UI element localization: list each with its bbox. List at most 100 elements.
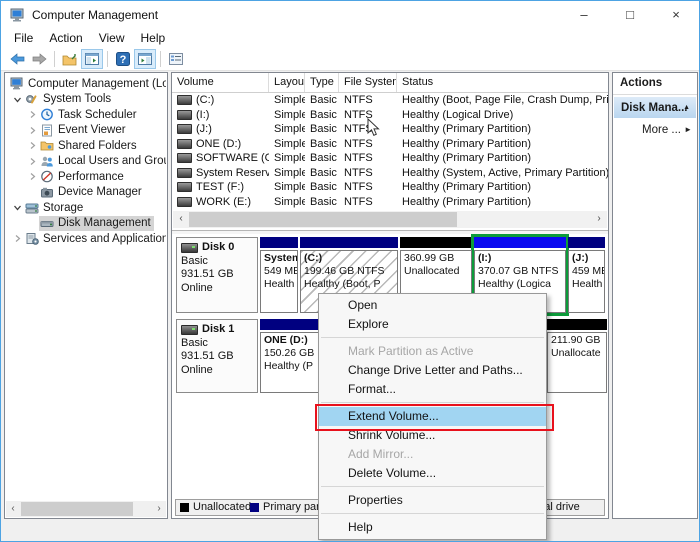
- menu-bar: File Action View Help: [1, 30, 699, 48]
- toolbar-separator: [160, 51, 161, 67]
- volume-status: Healthy (Primary Partition): [397, 181, 608, 193]
- menu-view[interactable]: View: [91, 30, 133, 48]
- chevron-collapsed-icon[interactable]: [26, 141, 39, 150]
- up-level-icon[interactable]: [59, 49, 81, 69]
- scroll-left-arrow[interactable]: ‹: [7, 503, 19, 515]
- partition-system-reserved[interactable]: System549 MBHealth: [260, 237, 298, 313]
- menu-file[interactable]: File: [6, 30, 41, 48]
- tree-item-system-tools[interactable]: System Tools: [7, 92, 166, 108]
- volume-type: Basic: [305, 123, 339, 135]
- volume-layout: Simple: [269, 196, 305, 208]
- drive-icon: [177, 95, 192, 105]
- scrollbar-thumb[interactable]: [21, 502, 133, 516]
- menu-help[interactable]: Help: [133, 30, 174, 48]
- actions-panel: Actions Disk Mana... ▲ More ... ►: [612, 72, 698, 519]
- volume-row[interactable]: (C:) Simple Basic NTFS Healthy (Boot, Pa…: [172, 93, 608, 108]
- disk-state: Online: [181, 282, 255, 296]
- properties-icon[interactable]: [165, 49, 187, 69]
- tree-item-performance[interactable]: Performance: [7, 169, 166, 185]
- menu-item-open[interactable]: Open: [319, 296, 546, 315]
- scroll-left-arrow[interactable]: ‹: [175, 213, 187, 225]
- menu-item-help[interactable]: Help: [319, 518, 546, 537]
- volume-row[interactable]: SOFTWARE (G:) Simple Basic NTFS Healthy …: [172, 151, 608, 166]
- menu-item-change-drive-letter[interactable]: Change Drive Letter and Paths...: [319, 361, 546, 380]
- volume-layout: Simple: [269, 109, 305, 121]
- tree-item-label: Device Manager: [58, 186, 142, 198]
- chevron-collapsed-icon[interactable]: [26, 157, 39, 166]
- forward-icon[interactable]: [28, 49, 50, 69]
- chevron-collapsed-icon[interactable]: [26, 110, 39, 119]
- tree-item-event-viewer[interactable]: Event Viewer: [7, 123, 166, 139]
- actions-more-item[interactable]: More ...: [642, 124, 681, 136]
- tree-item-services-and-applications[interactable]: Services and Applications: [7, 231, 166, 247]
- close-button[interactable]: ×: [653, 1, 699, 30]
- menu-action[interactable]: Action: [41, 30, 90, 48]
- submenu-arrow-icon: ►: [684, 125, 692, 134]
- volume-status: Healthy (Primary Partition): [397, 152, 608, 164]
- console-tree-icon[interactable]: [81, 49, 103, 69]
- column-volume[interactable]: Volume: [172, 73, 269, 92]
- actions-disk-management-group[interactable]: Disk Mana... ▲: [614, 97, 696, 118]
- volume-status: Healthy (Primary Partition): [397, 123, 608, 135]
- volume-layout: Simple: [269, 123, 305, 135]
- volume-row[interactable]: (I:) Simple Basic NTFS Healthy (Logical …: [172, 108, 608, 123]
- column-layout[interactable]: Layout: [269, 73, 305, 92]
- minimize-button[interactable]: –: [561, 1, 607, 30]
- collapse-arrow-icon[interactable]: ▲: [683, 104, 690, 111]
- help-icon[interactable]: ?: [112, 49, 134, 69]
- column-type[interactable]: Type: [305, 73, 339, 92]
- console-tree-panel: Computer Management (Local System Tools …: [4, 72, 168, 519]
- chevron-collapsed-icon[interactable]: [26, 172, 39, 181]
- volume-row[interactable]: System Reserved Simple Basic NTFS Health…: [172, 166, 608, 181]
- chevron-expanded-icon[interactable]: [11, 95, 24, 104]
- disk-icon: [181, 243, 198, 253]
- event-viewer-icon: [40, 124, 54, 137]
- title-bar: Computer Management – □ ×: [1, 1, 699, 30]
- volume-status: Healthy (Logical Drive): [397, 109, 608, 121]
- menu-item-format[interactable]: Format...: [319, 380, 546, 399]
- tree-item-computer-management[interactable]: Computer Management (Local: [7, 76, 166, 92]
- tree-item-shared-folders[interactable]: Shared Folders: [7, 138, 166, 154]
- scroll-right-arrow[interactable]: ›: [593, 213, 605, 225]
- tree-item-label: Performance: [58, 171, 124, 183]
- action-pane-icon[interactable]: [134, 49, 156, 69]
- partition-j[interactable]: (J:)459 MBHealth: [568, 237, 605, 313]
- computer-management-window: Computer Management – □ × File Action Vi…: [0, 0, 700, 542]
- volume-horizontal-scrollbar[interactable]: ‹ ›: [173, 211, 607, 228]
- volume-row[interactable]: (J:) Simple Basic NTFS Healthy (Primary …: [172, 122, 608, 137]
- scroll-right-arrow[interactable]: ›: [153, 503, 165, 515]
- maximize-button[interactable]: □: [607, 1, 653, 30]
- back-icon[interactable]: [6, 49, 28, 69]
- tree-item-disk-management[interactable]: Disk Management: [7, 216, 166, 232]
- column-status[interactable]: Status: [397, 73, 608, 92]
- tree-horizontal-scrollbar[interactable]: ‹ ›: [6, 501, 166, 517]
- menu-item-mark-partition-active: Mark Partition as Active: [319, 342, 546, 361]
- toolbar-separator: [54, 51, 55, 67]
- chevron-collapsed-icon[interactable]: [11, 234, 24, 243]
- menu-item-properties[interactable]: Properties: [319, 491, 546, 510]
- partition-unallocated-2[interactable]: 211.90 GBUnallocate: [547, 319, 607, 393]
- chevron-expanded-icon[interactable]: [11, 203, 24, 212]
- disk-state: Online: [181, 364, 255, 378]
- panel-splitter[interactable]: [172, 230, 608, 234]
- volume-name: SOFTWARE (G:): [196, 152, 269, 164]
- volume-row[interactable]: TEST (F:) Simple Basic NTFS Healthy (Pri…: [172, 180, 608, 195]
- chevron-collapsed-icon[interactable]: [26, 126, 39, 135]
- menu-item-delete-volume[interactable]: Delete Volume...: [319, 464, 546, 483]
- tree-item-device-manager[interactable]: Device Manager: [7, 185, 166, 201]
- tree-item-label: Task Scheduler: [58, 109, 137, 121]
- tree-item-storage[interactable]: Storage: [7, 200, 166, 216]
- shared-folders-icon: [40, 139, 54, 152]
- volume-row[interactable]: WORK (E:) Simple Basic NTFS Healthy (Pri…: [172, 195, 608, 210]
- column-file-system[interactable]: File System: [339, 73, 397, 92]
- tree-item-local-users-and-groups[interactable]: Local Users and Groups: [7, 154, 166, 170]
- tree-item-task-scheduler[interactable]: Task Scheduler: [7, 107, 166, 123]
- volume-type: Basic: [305, 138, 339, 150]
- menu-separator: [319, 334, 546, 342]
- scrollbar-thumb[interactable]: [189, 212, 457, 227]
- volume-row[interactable]: ONE (D:) Simple Basic NTFS Healthy (Prim…: [172, 137, 608, 152]
- disk-1-info[interactable]: Disk 1 Basic 931.51 GB Online: [176, 319, 258, 393]
- volume-layout: Simple: [269, 167, 305, 179]
- menu-item-explore[interactable]: Explore: [319, 315, 546, 334]
- disk-0-info[interactable]: Disk 0 Basic 931.51 GB Online: [176, 237, 258, 313]
